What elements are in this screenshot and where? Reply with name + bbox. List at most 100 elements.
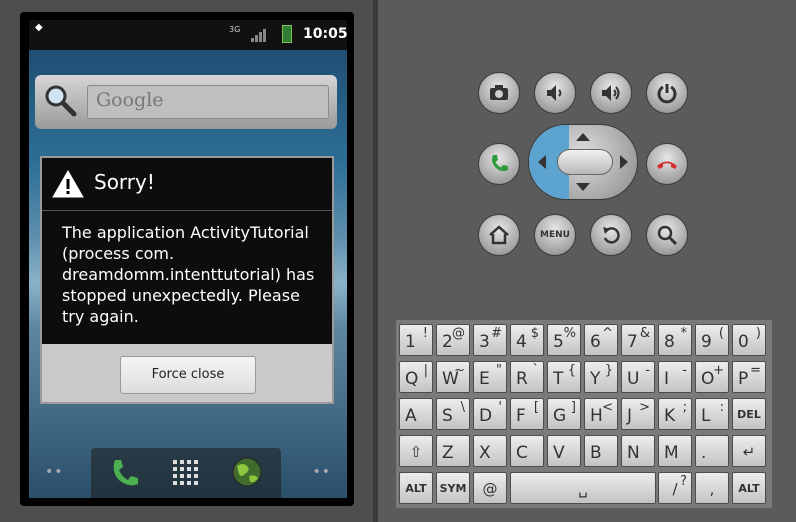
dock-right-dots[interactable]: •• xyxy=(312,464,331,480)
key-row2-6[interactable]: U- xyxy=(621,361,655,393)
key-label: K xyxy=(664,406,676,426)
phone-icon[interactable] xyxy=(107,456,141,490)
key-label: SYM xyxy=(439,482,467,495)
key-alt-label: ^ xyxy=(602,326,613,341)
search-input[interactable]: Google xyxy=(87,85,329,119)
dpad[interactable] xyxy=(528,124,638,200)
browser-globe-icon[interactable] xyxy=(231,456,263,488)
search-icon[interactable] xyxy=(43,83,77,117)
call-button[interactable] xyxy=(478,143,520,185)
apps-grid-icon[interactable] xyxy=(171,458,201,488)
key-row3-2[interactable]: D ' xyxy=(473,398,507,430)
key-row2-4[interactable]: T{ xyxy=(547,361,581,393)
camera-button[interactable] xyxy=(478,72,520,114)
end-call-button[interactable] xyxy=(646,143,688,185)
key-row1-5[interactable]: 6 ^ xyxy=(584,324,618,356)
key-row4-0[interactable]: ⇧ xyxy=(399,435,433,467)
key-row4-4[interactable]: V xyxy=(547,435,581,467)
key-row1-3[interactable]: 4 $ xyxy=(510,324,544,356)
dock-left-dots[interactable]: •• xyxy=(45,464,64,480)
key-alt-label: ? xyxy=(680,474,687,489)
status-bar: ◆ 3G 10:05 xyxy=(29,20,348,50)
search-button[interactable] xyxy=(646,214,688,256)
key-label: 6 xyxy=(590,332,601,352)
key-label: @ xyxy=(482,480,498,498)
volume-up-button[interactable] xyxy=(590,72,632,114)
key-row3-8[interactable]: L: xyxy=(695,398,729,430)
key-row4-2[interactable]: X xyxy=(473,435,507,467)
power-icon xyxy=(657,84,677,104)
key-row3-9[interactable]: DEL xyxy=(732,398,766,430)
power-button[interactable] xyxy=(646,72,688,114)
camera-icon xyxy=(490,85,508,100)
dpad-down-arrow[interactable] xyxy=(576,183,590,191)
key-row3-0[interactable]: A xyxy=(399,398,433,430)
key-alt-label: > xyxy=(639,400,650,415)
key-alt-right[interactable]: ALT xyxy=(732,472,766,504)
key-row4-8[interactable]: . xyxy=(695,435,729,467)
menu-button[interactable]: MENU xyxy=(534,214,576,256)
key-row2-2[interactable]: E " xyxy=(473,361,507,393)
dpad-left-arrow[interactable] xyxy=(538,155,546,169)
key-row2-1[interactable]: W ~ xyxy=(436,361,470,393)
key-row1-7[interactable]: 8 * xyxy=(658,324,692,356)
key-row4-9[interactable]: ↵ xyxy=(732,435,766,467)
key-slash[interactable]: /? xyxy=(658,472,692,504)
key-label: N xyxy=(627,443,640,463)
key-row1-4[interactable]: 5% xyxy=(547,324,581,356)
volume-down-button[interactable] xyxy=(534,72,576,114)
key-row2-7[interactable]: I- xyxy=(658,361,692,393)
key-row4-3[interactable]: C xyxy=(510,435,544,467)
key-row1-9[interactable]: 0) xyxy=(732,324,766,356)
key-space[interactable]: ␣ xyxy=(510,472,656,504)
dialog-message: The application ActivityTutorial (proces… xyxy=(62,223,315,326)
force-close-button[interactable]: Force close xyxy=(120,356,256,394)
key-row2-0[interactable]: Q | xyxy=(399,361,433,393)
key-row1-1[interactable]: 2 @ xyxy=(436,324,470,356)
key-alt-label: % xyxy=(563,326,576,341)
key-row2-5[interactable]: Y} xyxy=(584,361,618,393)
key-label: I xyxy=(664,369,670,389)
key-row1-2[interactable]: 3 # xyxy=(473,324,507,356)
key-row2-8[interactable]: O + xyxy=(695,361,729,393)
dpad-right-arrow[interactable] xyxy=(620,155,628,169)
key-row4-7[interactable]: M xyxy=(658,435,692,467)
key-row4-6[interactable]: N xyxy=(621,435,655,467)
key-label: Z xyxy=(442,443,454,463)
key-row2-3[interactable]: R ` xyxy=(510,361,544,393)
key-row3-7[interactable]: K; xyxy=(658,398,692,430)
key-alt-label: \ xyxy=(460,400,465,415)
home-button[interactable] xyxy=(478,214,520,256)
key-at[interactable]: @ xyxy=(473,472,507,504)
key-row4-1[interactable]: Z xyxy=(436,435,470,467)
key-label: D xyxy=(479,406,493,426)
key-row3-1[interactable]: S \ xyxy=(436,398,470,430)
key-label: V xyxy=(553,443,565,463)
dpad-center-button[interactable] xyxy=(557,149,613,175)
back-button[interactable] xyxy=(590,214,632,256)
key-row3-6[interactable]: J > xyxy=(621,398,655,430)
key-row1-8[interactable]: 9( xyxy=(695,324,729,356)
dpad-up-arrow[interactable] xyxy=(576,133,590,141)
key-alt-label: ~ xyxy=(454,363,465,378)
key-comma[interactable]: , xyxy=(695,472,729,504)
key-alt-label: } xyxy=(604,363,613,378)
key-row3-5[interactable]: H < xyxy=(584,398,618,430)
key-row3-4[interactable]: G] xyxy=(547,398,581,430)
key-label: ↵ xyxy=(742,443,756,461)
key-row3-3[interactable]: F[ xyxy=(510,398,544,430)
key-alt-left[interactable]: ALT xyxy=(399,472,433,504)
key-label: Q xyxy=(405,369,419,389)
home-dock: •• •• xyxy=(29,442,347,498)
key-label: E xyxy=(479,369,490,389)
key-alt-label: & xyxy=(639,326,650,341)
google-search-widget[interactable]: Google xyxy=(35,75,337,129)
key-row1-0[interactable]: 1! xyxy=(399,324,433,356)
key-row2-9[interactable]: P = xyxy=(732,361,766,393)
key-sym[interactable]: SYM xyxy=(436,472,470,504)
key-row1-6[interactable]: 7 & xyxy=(621,324,655,356)
key-label: ALT xyxy=(738,482,760,495)
key-label: L xyxy=(701,406,711,426)
key-row4-5[interactable]: B xyxy=(584,435,618,467)
key-alt-label: ! xyxy=(422,326,428,341)
